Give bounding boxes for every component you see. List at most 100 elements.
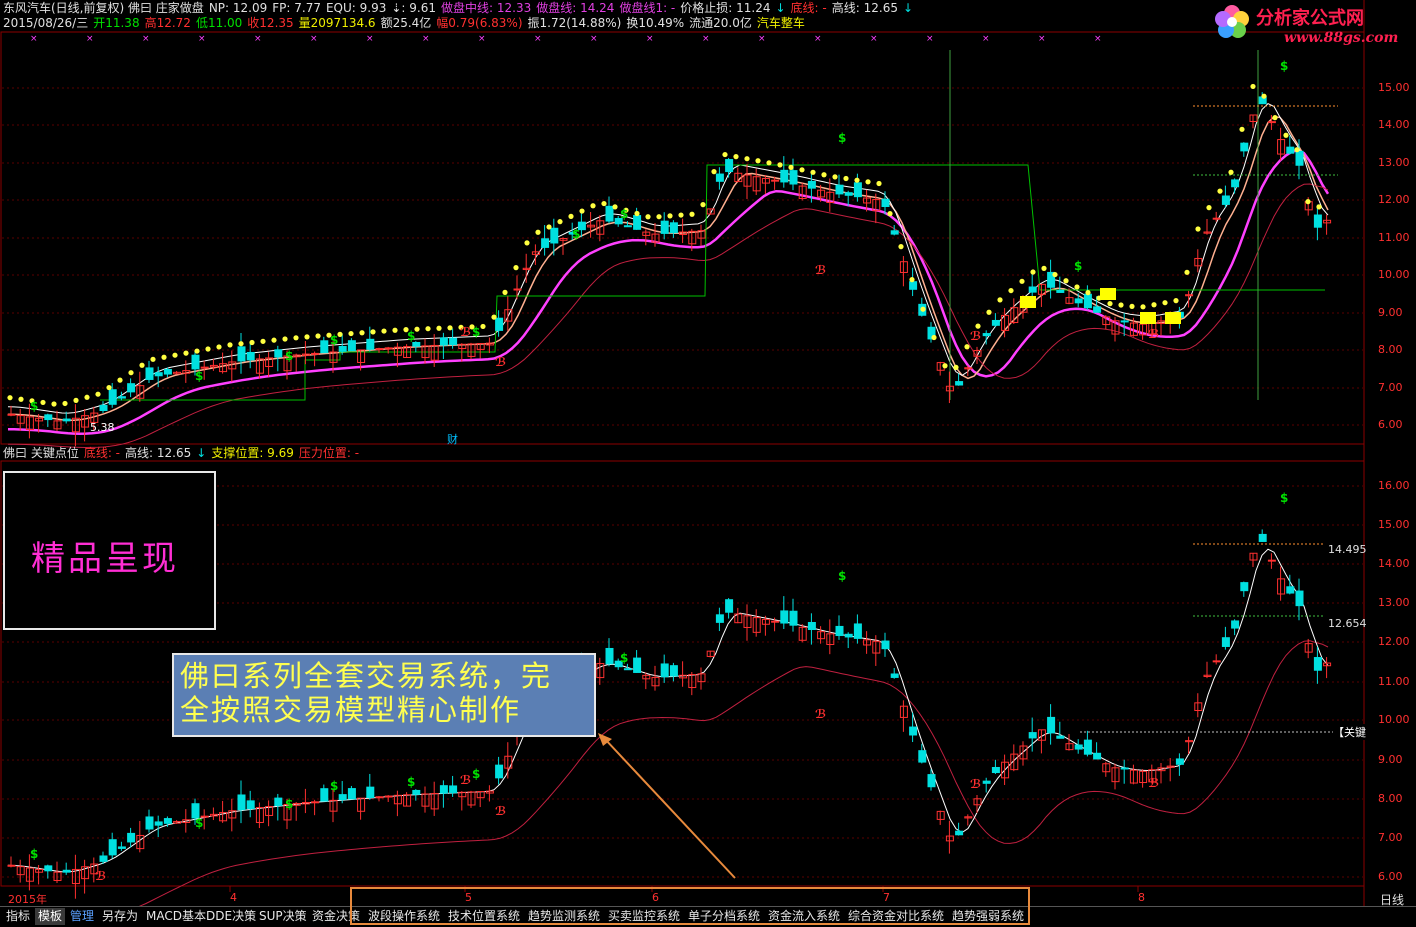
candle-body [771,179,780,182]
candle-body [117,846,126,849]
top-x-mark: × [646,34,654,44]
line2-item-2: 高12.72 [144,16,191,30]
candle-body [163,818,172,824]
promo-box: 精品呈现 [3,471,216,630]
line2-item-5: 量2097134.6 [298,16,376,30]
kline-chart[interactable]: $$$$ $ $$$$$$$$$$ $$$$$ℬℬℬℬ ℬℬℬℬℬℬ ℬ× × × × × × × × ×… [0,0,1416,926]
date-tick: 6 [652,891,659,904]
price-tick-top: 10.00 [1378,268,1410,281]
signal-dot [557,219,563,225]
signal-dot [1206,205,1212,211]
signal-dot [293,335,299,341]
signal-dot [766,160,772,166]
signal-dot [1107,301,1113,307]
signal-dot [546,224,552,230]
price-tick-bottom: 15.00 [1378,518,1410,531]
candle-body [853,182,862,198]
sell-signal-mark: $ [838,131,846,145]
sell-signal-mark: $ [838,569,846,583]
candle-body [200,366,209,369]
price-tick-top: 12.00 [1378,193,1410,206]
sell-signal-mark: $ [620,207,628,221]
buy-signal-mark: ℬ [1148,327,1159,341]
candle-body [1286,146,1295,154]
tab-6[interactable]: SUP决策 [256,908,310,925]
price-tick-bottom: 16.00 [1378,479,1410,492]
signal-dot [249,339,255,346]
line2-item-6: 额25.4亿 [380,16,432,30]
price-tick-bottom: 10.00 [1378,713,1410,726]
candle-body [1240,582,1249,592]
tab-1[interactable]: 模板 [35,908,66,925]
top-x-mark: × [534,34,542,44]
signal-dot [1041,265,1047,271]
candle-body [807,180,816,189]
candle-body [715,173,724,182]
candle-body [955,381,964,386]
signal-dot [271,337,277,343]
signal-dot [755,158,761,164]
signal-dot [1140,304,1146,310]
signal-dot [370,329,376,335]
signal-dot [590,203,596,209]
sell-signal-mark: $ [330,779,338,793]
signal-dot [1008,287,1014,294]
line1-item-10: 底线: - [790,1,827,15]
signal-dot [139,362,145,368]
sell-signal-mark: $ [330,333,338,347]
signal-dot [909,277,915,283]
price-tick-bottom: 8.00 [1378,792,1403,805]
tab-0[interactable]: 指标 [3,908,33,925]
signal-dot [502,289,508,295]
buy-signal-mark: ℬ [495,355,506,369]
signal-dot [733,154,739,160]
candle-body [890,673,899,678]
candle-body [1221,195,1230,205]
signal-dot [117,377,123,383]
sell-signal-mark: $ [30,399,38,413]
candle-body [366,338,375,350]
grid-top [2,87,1363,426]
candle-body [108,389,117,405]
candle-body [669,665,678,677]
candle-body [375,796,384,799]
candle-body [384,347,393,350]
signal-dot [7,395,13,401]
buy-signal-mark: ℬ [1148,776,1159,790]
candle-body [1267,121,1276,124]
signal-dot [18,396,24,402]
price-tick-top: 6.00 [1378,418,1403,431]
price-tick-bottom: 7.00 [1378,831,1403,844]
candle-body [7,864,16,867]
logo-name: 分析家公式网 [1256,7,1364,29]
tab-3[interactable]: 另存为 [99,908,141,925]
candle-body [909,726,918,736]
top-x-mark: × [1094,34,1102,44]
line2-item-0: 2015/08/26/三 [3,16,89,30]
top-x-mark: × [198,34,206,44]
signal-dot [1217,188,1223,194]
line3-item-0: 佛曰 关键点位 [3,446,79,460]
candle-body [25,867,34,882]
header-line-1: 东风汽车(日线,前复权) 佛曰 庄家做盘 NP: 12.09 FP: 7.77 EQU… [3,1,918,16]
candle-body [320,788,329,802]
tab-4[interactable]: MACD基本 [143,908,209,925]
tab-5[interactable]: DDE决策 [203,908,259,925]
price-tick-top: 7.00 [1378,381,1403,394]
candle-body [853,623,862,639]
callout-line-1: 佛曰系列全套交易系统，完 [180,659,553,693]
signal-dot [612,204,618,210]
line2-item-7: 幅0.79(6.83%) [436,16,523,30]
signal-dot [1294,147,1300,153]
tab-2[interactable]: 管理 [67,908,97,925]
signal-dot [1272,115,1278,121]
line1-item-7: 做盘线1: - [619,1,676,15]
candle-body [1295,150,1304,166]
signal-dot [1283,132,1289,138]
signal-dot [40,399,46,406]
sell-signal-mark: $ [472,767,480,781]
signal-dot [777,162,783,168]
signal-dot [1261,93,1267,99]
signal-dot [711,169,717,175]
candle-body [412,341,421,347]
